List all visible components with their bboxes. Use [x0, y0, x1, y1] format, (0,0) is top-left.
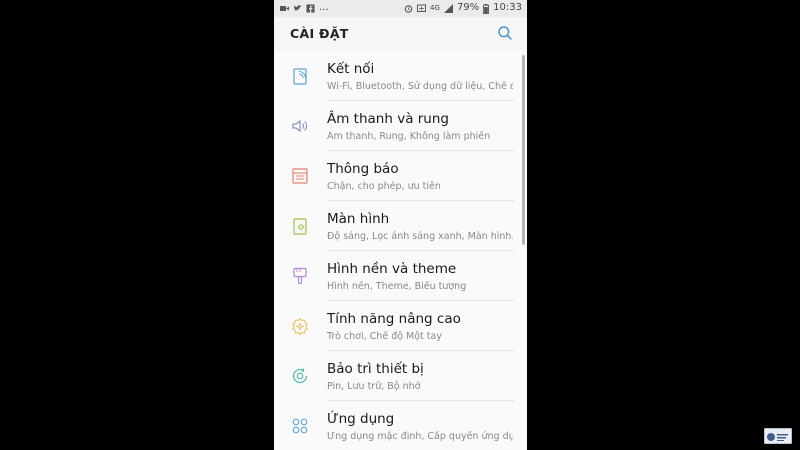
settings-item-title: Ứng dụng	[327, 411, 395, 427]
settings-item-advanced-features[interactable]: Tính năng nâng cao Trò chơi, Chế độ Một …	[274, 301, 527, 351]
status-bar: ... 4G 79% 10:33	[274, 0, 527, 17]
notification-icon	[290, 166, 310, 186]
phone-screen: ... 4G 79% 10:33 CÀI ĐẶT Kết nối Wi-Fi, …	[274, 0, 527, 450]
settings-item-apps[interactable]: Ứng dụng Ứng dụng mặc định, Cấp quyền ứn…	[274, 401, 527, 450]
settings-item-subtitle: Trò chơi, Chế độ Một tay	[327, 331, 442, 342]
settings-item-title: Bảo trì thiết bị	[327, 361, 424, 377]
settings-item-title: Màn hình	[327, 211, 390, 227]
video-icon	[280, 4, 289, 13]
settings-item-subtitle: Chặn, cho phép, ưu tiên	[327, 181, 441, 192]
battery-level: 79%	[456, 2, 480, 13]
status-bar-right: 4G 79% 10:33	[404, 2, 522, 14]
settings-item-sound[interactable]: Âm thanh và rung Âm thanh, Rung, Không l…	[274, 101, 527, 151]
settings-item-connections[interactable]: Kết nối Wi-Fi, Bluetooth, Sử dụng dữ liệ…	[274, 51, 527, 101]
settings-item-title: Kết nối	[327, 61, 375, 77]
facebook-icon	[306, 4, 315, 13]
settings-item-device-maintenance[interactable]: Bảo trì thiết bị Pin, Lưu trữ, Bộ nhớ	[274, 351, 527, 401]
settings-item-display[interactable]: Màn hình Độ sáng, Lọc ánh sáng xanh, Màn…	[274, 201, 527, 251]
settings-item-title: Âm thanh và rung	[327, 111, 449, 127]
settings-item-title: Tính năng nâng cao	[327, 311, 461, 327]
settings-item-wallpaper[interactable]: Hình nền và theme Hình nền, Theme, Biểu …	[274, 251, 527, 301]
connection-icon	[290, 66, 310, 86]
search-icon	[498, 26, 512, 40]
video-frame: ... 4G 79% 10:33 CÀI ĐẶT Kết nối Wi-Fi, …	[0, 0, 800, 450]
settings-item-title: Hình nền và theme	[327, 261, 457, 277]
device-maintenance-icon	[290, 366, 310, 386]
status-overflow: ...	[319, 2, 329, 13]
advanced-features-icon	[290, 316, 310, 336]
sound-icon	[290, 116, 310, 136]
app-header: CÀI ĐẶT	[274, 17, 527, 51]
settings-item-subtitle: Hình nền, Theme, Biểu tượng	[327, 281, 467, 292]
settings-item-subtitle: Wi-Fi, Bluetooth, Sử dụng dữ liệu, Chế đ…	[327, 81, 513, 92]
search-button[interactable]	[497, 25, 513, 41]
display-icon	[290, 216, 310, 236]
settings-list: Kết nối Wi-Fi, Bluetooth, Sử dụng dữ liệ…	[274, 51, 527, 450]
alarm-icon	[404, 4, 413, 13]
channel-watermark	[764, 428, 792, 444]
settings-item-subtitle: Ứng dụng mặc định, Cấp quyền ứng dụng	[327, 431, 513, 442]
network-type: 4G	[430, 4, 440, 12]
signal-icon	[443, 3, 453, 13]
logo-icon	[767, 433, 788, 441]
settings-item-notifications[interactable]: Thông báo Chặn, cho phép, ưu tiên	[274, 151, 527, 201]
settings-item-title: Thông báo	[327, 161, 399, 177]
wallpaper-icon	[290, 266, 310, 286]
twitter-icon	[293, 4, 302, 13]
status-time: 10:33	[493, 2, 522, 13]
apps-icon	[290, 416, 310, 436]
scrollbar[interactable]	[522, 55, 525, 245]
settings-item-subtitle: Pin, Lưu trữ, Bộ nhớ	[327, 381, 421, 392]
page-title: CÀI ĐẶT	[290, 26, 349, 41]
battery-icon	[483, 3, 490, 14]
cast-icon	[417, 4, 427, 13]
settings-item-subtitle: Âm thanh, Rung, Không làm phiền	[327, 131, 491, 142]
settings-item-subtitle: Độ sáng, Lọc ánh sáng xanh, Màn hình...	[327, 231, 513, 242]
status-bar-left: ...	[280, 2, 329, 14]
